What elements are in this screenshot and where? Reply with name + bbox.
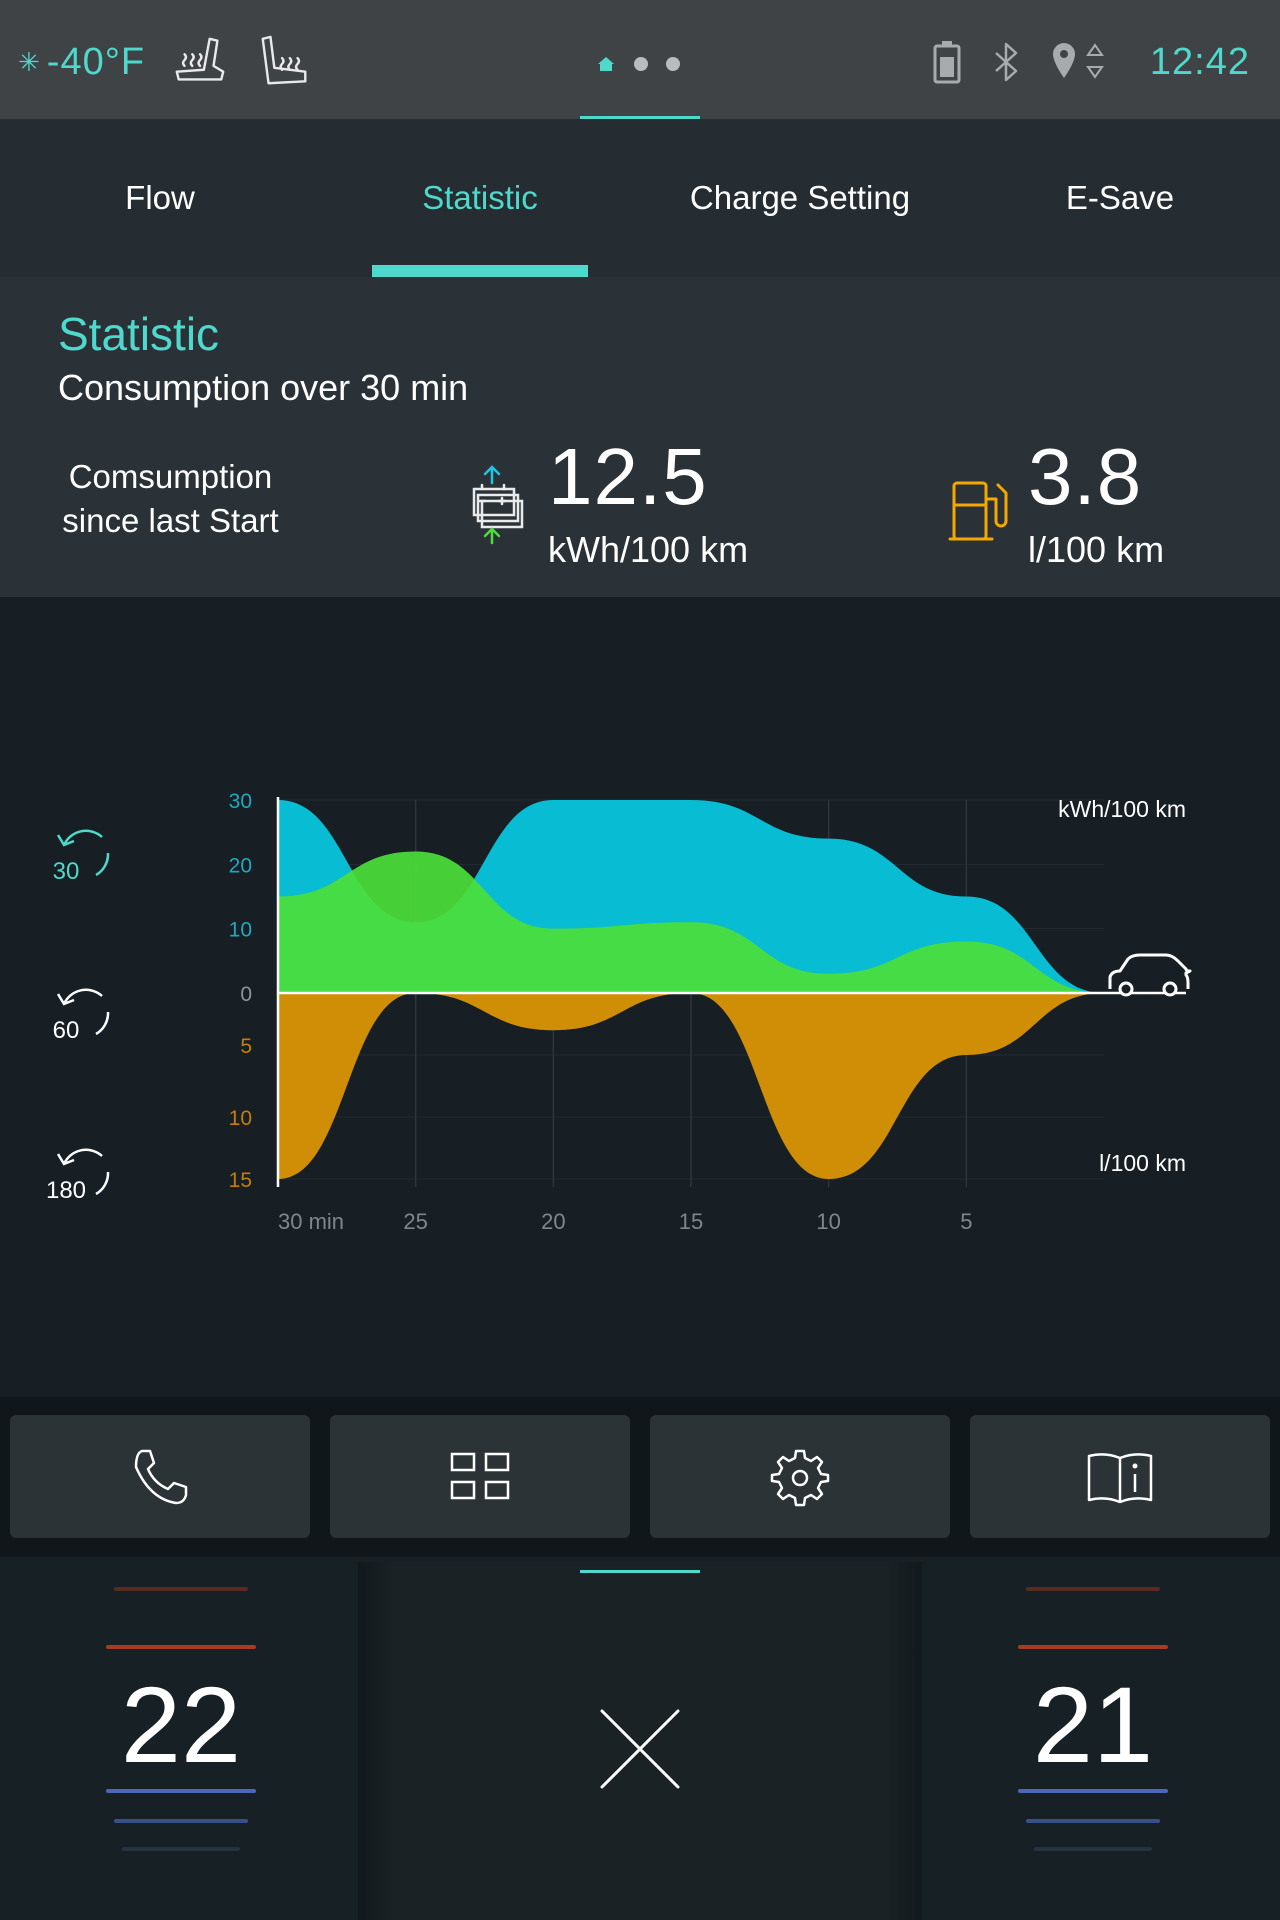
- consumption-chart: 30 60 180 30 20 10 0 5 10 15 30 min 25 20 15 10 5 kWh/1…: [46, 790, 1192, 1234]
- car-wheel-icon: [1118, 981, 1134, 997]
- fuel-consumption: 3.8 l/100 km: [1028, 437, 1164, 571]
- y-tick-label: 10: [229, 1107, 252, 1130]
- x-tick-label: 20: [541, 1209, 565, 1234]
- temp-down-bar[interactable]: [106, 1789, 256, 1793]
- phone-icon: [134, 1449, 188, 1504]
- outside-temperature: ✳ -40°F: [18, 41, 145, 84]
- x-tick-label: 25: [403, 1209, 427, 1234]
- seat-heating-icon[interactable]: [171, 33, 229, 91]
- y-tick-label: 10: [229, 919, 252, 942]
- y-tick-label: 5: [240, 1035, 252, 1058]
- electric-consumption: 12.5 kWh/100 km: [548, 437, 748, 571]
- y-tick-label: 20: [229, 854, 252, 877]
- tab-bar: Flow Statistic Charge Setting E-Save: [0, 119, 1280, 277]
- upper-unit-label: kWh/100 km: [1058, 796, 1186, 822]
- page-indicator[interactable]: [596, 54, 680, 74]
- snowflake-icon: ✳: [18, 46, 41, 77]
- home-icon[interactable]: [596, 54, 616, 74]
- electric-consumption-unit: kWh/100 km: [548, 529, 749, 570]
- refresh-arc-icon: [95, 852, 110, 877]
- apps-grid-icon: [450, 1452, 510, 1499]
- temp-up-bar[interactable]: [114, 1587, 248, 1591]
- location-icon: [1052, 43, 1104, 79]
- status-right-group: 12:42: [906, 34, 1250, 90]
- driver-temperature-control[interactable]: 22: [106, 1557, 256, 1920]
- statistic-summary-panel: Statistic Consumption over 30 min Comsum…: [0, 277, 1280, 597]
- settings-gear-icon: [770, 1449, 830, 1506]
- driver-temperature-value: 22: [120, 1664, 242, 1785]
- page-dot[interactable]: [634, 57, 648, 71]
- since-label-line2: since last Start: [62, 502, 279, 539]
- climate-divider: [358, 1562, 394, 1920]
- y-tick-label: 0: [240, 983, 252, 1006]
- refresh-arc-icon: [95, 1011, 110, 1036]
- tab-statistic[interactable]: Statistic: [320, 119, 640, 277]
- time-range-label: 60: [53, 1017, 80, 1044]
- battery-charge-icon: [472, 465, 524, 545]
- manual-button[interactable]: [970, 1415, 1270, 1538]
- page-title: Statistic: [58, 308, 220, 360]
- x-tick-label: 5: [960, 1209, 972, 1234]
- y-tick-label: 15: [229, 1169, 252, 1192]
- climate-bar: 22 21: [0, 1557, 1280, 1920]
- temp-up-bar[interactable]: [106, 1645, 256, 1649]
- fuel-consumption-unit: l/100 km: [1028, 529, 1165, 570]
- shortcut-bar: [0, 1397, 1280, 1557]
- fuel-consumption-value: 3.8: [1028, 432, 1143, 521]
- time-range-label: 180: [46, 1177, 86, 1204]
- temp-up-bar[interactable]: [1018, 1645, 1168, 1649]
- electric-consumption-value: 12.5: [548, 432, 708, 521]
- bluetooth-icon: [995, 42, 1018, 82]
- climate-indicator-line: [580, 1570, 700, 1573]
- since-last-start-label: Comsumption since last Start: [58, 455, 283, 543]
- y-tick-label: 30: [229, 790, 252, 813]
- status-bar: ✳ -40°F 12:42: [0, 0, 1280, 119]
- temp-up-bar[interactable]: [1026, 1587, 1160, 1591]
- time-range-button-180[interactable]: 180: [46, 1148, 110, 1204]
- passenger-temperature-control[interactable]: 21: [1018, 1557, 1168, 1920]
- tab-e-save[interactable]: E-Save: [960, 119, 1280, 277]
- manual-book-icon: [1087, 1452, 1153, 1503]
- time-range-label: 30: [53, 858, 80, 885]
- fuel-pump-icon: [948, 481, 1008, 541]
- passenger-temperature-value: 21: [1032, 1664, 1154, 1785]
- temp-down-bar[interactable]: [1026, 1819, 1160, 1823]
- car-wheel-icon: [1162, 981, 1178, 997]
- x-tick-label: 15: [679, 1209, 703, 1234]
- page-dot[interactable]: [666, 57, 680, 71]
- temp-down-bar[interactable]: [1034, 1847, 1152, 1851]
- battery-icon: [933, 41, 961, 84]
- close-icon[interactable]: [598, 1707, 682, 1791]
- seat-ventilation-icon[interactable]: [255, 33, 313, 91]
- consumption-chart-area: 30 60 180 30 20 10 0 5 10 15 30 min 25 20 15 10 5 kWh/1…: [0, 597, 1280, 1397]
- temp-down-bar[interactable]: [114, 1819, 248, 1823]
- time-range-button-30[interactable]: 30: [53, 829, 110, 885]
- phone-button[interactable]: [10, 1415, 310, 1538]
- tab-charge-setting[interactable]: Charge Setting: [640, 119, 960, 277]
- x-tick-label: 10: [816, 1209, 840, 1234]
- temp-down-bar[interactable]: [122, 1847, 240, 1851]
- climate-divider: [886, 1562, 922, 1920]
- refresh-arc-icon: [95, 1171, 110, 1196]
- x-tick-label: 30 min: [278, 1209, 344, 1234]
- since-label-line1: Comsumption: [68, 458, 273, 495]
- temp-down-bar[interactable]: [1018, 1789, 1168, 1793]
- apps-button[interactable]: [330, 1415, 630, 1538]
- lower-unit-label: l/100 km: [1099, 1150, 1186, 1176]
- clock: 12:42: [1149, 40, 1250, 83]
- status-left-group: ✳ -40°F: [18, 34, 313, 90]
- time-range-button-60[interactable]: 60: [53, 988, 110, 1044]
- settings-button[interactable]: [650, 1415, 950, 1538]
- tab-flow[interactable]: Flow: [0, 119, 320, 277]
- page-subtitle: Consumption over 30 min: [58, 367, 469, 408]
- outside-temperature-value: -40°F: [46, 40, 146, 83]
